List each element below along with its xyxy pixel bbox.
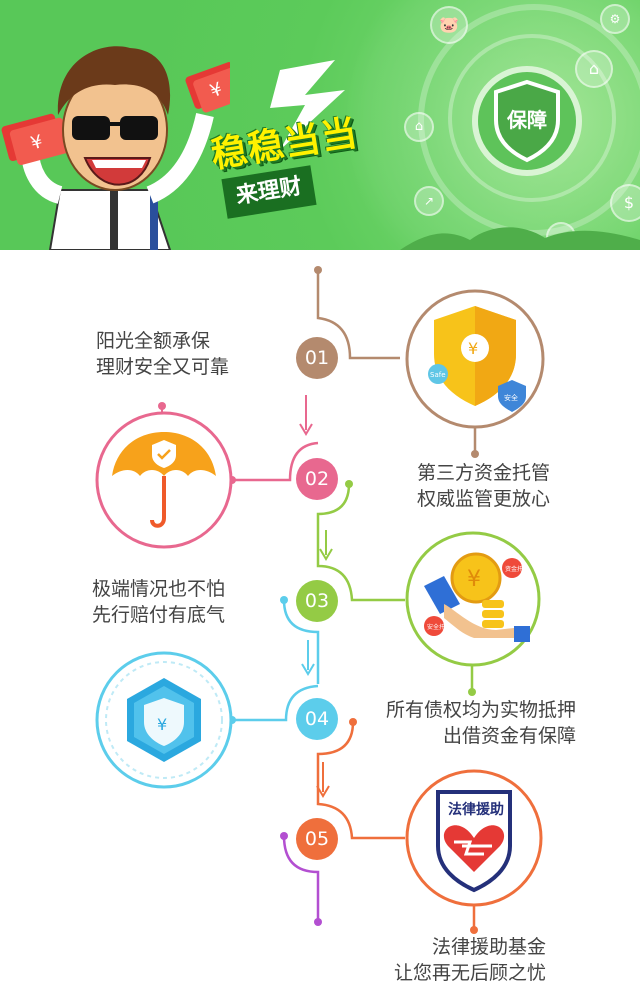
bank-icon: ⌂ [404, 112, 434, 142]
step-number-badge: 02 [296, 458, 338, 500]
piggy-bank-icon: 🐷 [430, 6, 468, 44]
umbrella-shield-icon [95, 411, 233, 549]
step-number-badge: 04 [296, 698, 338, 740]
step-number-badge: 05 [296, 818, 338, 860]
step-4-icon-caption: 所有债权均为实物抵押 出借资金有保障 [385, 699, 576, 747]
svg-text:安全托管: 安全托管 [427, 623, 451, 631]
svg-text:Safe: Safe [430, 371, 446, 379]
step-5-icon-caption: 法律援助基金 让您再无后顾之忧 [393, 936, 546, 984]
svg-text:法律援助: 法律援助 [448, 801, 504, 818]
hero-banner: 🐷 ⚙ ⌂ ⌂ ↗ $ ▲ 保障 ¥ ¥ [0, 0, 640, 250]
coins-hands-icon: ¥ 资金托管 安全托管 [405, 531, 541, 667]
svg-text:¥: ¥ [157, 715, 167, 734]
hexagon-shield-icon: ¥ [95, 651, 233, 789]
step-3-caption: 极端情况也不怕 先行赔付有底气 [92, 578, 226, 626]
protection-badge: 保障 [472, 66, 582, 176]
shield-yen-icon: ¥ Safe 安全 [405, 289, 545, 429]
step-1-caption: 阳光全额承保 理财安全又可靠 [96, 330, 230, 378]
badge-text: 保障 [507, 108, 547, 132]
step-number-badge: 01 [296, 337, 338, 379]
legal-aid-heart-icon: 法律援助 [405, 769, 543, 907]
svg-text:¥: ¥ [468, 339, 478, 358]
svg-text:¥: ¥ [467, 567, 481, 592]
gear-icon: ⚙ [600, 4, 630, 34]
step-number-badge: 03 [296, 580, 338, 622]
hills-decor [400, 227, 640, 250]
step-1-icon-caption: 第三方资金托管 权威监管更放心 [416, 462, 550, 510]
house-icon: ⌂ [575, 50, 613, 88]
svg-text:安全: 安全 [504, 393, 518, 402]
svg-text:资金托管: 资金托管 [505, 565, 529, 573]
